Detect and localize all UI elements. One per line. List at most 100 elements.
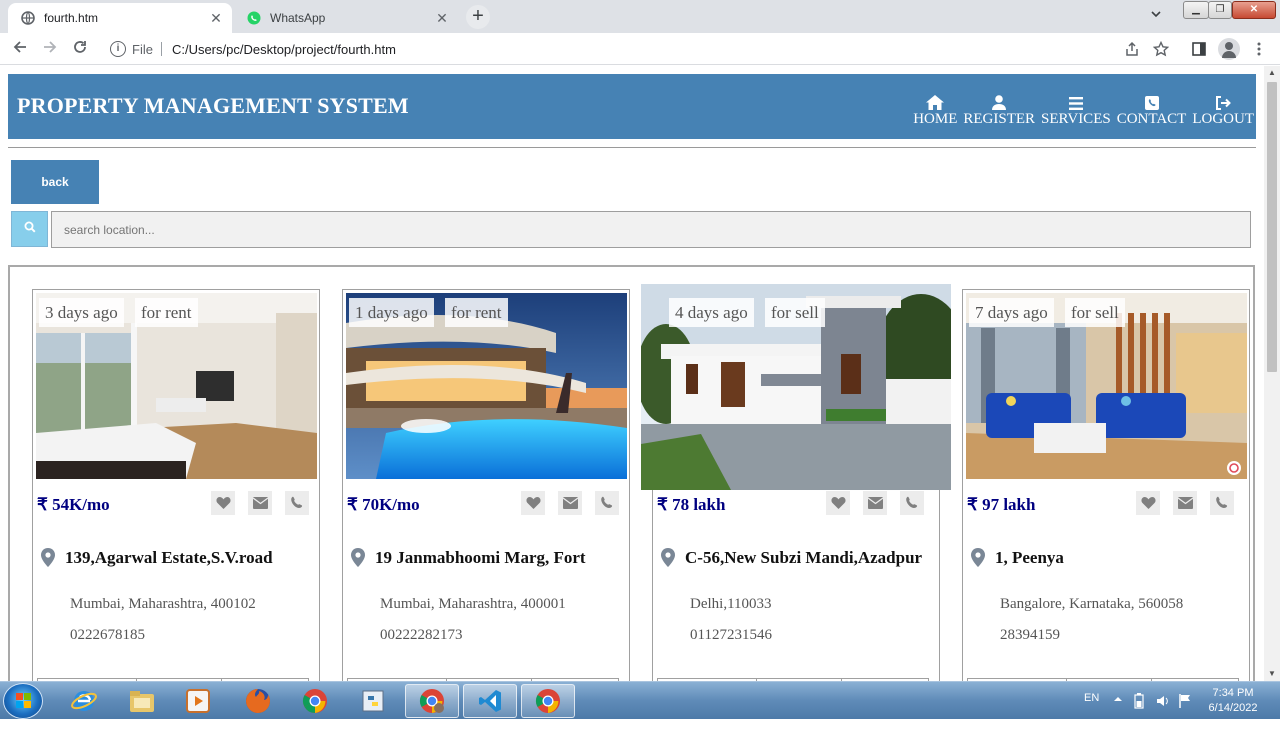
nav-label: CONTACT: [1116, 111, 1187, 127]
listing-age-badge: 7 days ago: [969, 298, 1054, 327]
action-center-flag-icon[interactable]: [1178, 693, 1192, 731]
site-title: PROPERTY MANAGEMENT SYSTEM: [17, 93, 409, 118]
home-icon: [926, 94, 945, 110]
property-phone: 28394159: [1000, 627, 1060, 643]
chrome-active-icon[interactable]: [521, 684, 575, 718]
listings-container: 3 days ago for rent ₹ 54K/mo 139,Agarwal…: [8, 265, 1255, 681]
property-price: ₹ 97 lakh: [967, 495, 1036, 514]
phone-icon[interactable]: [595, 491, 619, 515]
property-city: Bangalore, Karnataka, 560058: [1000, 596, 1184, 612]
address-bar[interactable]: i File C:/Users/pc/Desktop/project/fourt…: [104, 37, 1152, 61]
property-city: Delhi,110033: [690, 596, 772, 612]
envelope-icon[interactable]: [558, 491, 582, 515]
close-window-button[interactable]: ✕: [1232, 1, 1276, 19]
nav-label: REGISTER: [963, 111, 1036, 127]
new-tab-button[interactable]: +: [466, 5, 490, 29]
property-price: ₹ 54K/mo: [37, 495, 110, 514]
tab-title: WhatsApp: [270, 11, 326, 25]
site-header: PROPERTY MANAGEMENT SYSTEM HOME REGISTER…: [8, 74, 1256, 139]
listing-age-badge: 1 days ago: [349, 298, 434, 327]
divider: [160, 42, 162, 56]
bookmark-star-icon[interactable]: [1152, 40, 1170, 59]
internet-explorer-icon[interactable]: [57, 684, 111, 718]
scroll-down-arrow-icon[interactable]: ▼: [1264, 667, 1280, 681]
property-city: Mumbai, Maharashtra, 400102: [70, 596, 256, 612]
nav-home[interactable]: HOME: [913, 94, 957, 128]
battery-icon[interactable]: [1134, 693, 1144, 731]
phone-icon[interactable]: [285, 491, 309, 515]
chevron-down-icon[interactable]: [1150, 8, 1162, 23]
nav-label: HOME: [913, 111, 958, 127]
property-price: ₹ 70K/mo: [347, 495, 420, 514]
property-card[interactable]: 1 days ago for rent ₹ 70K/mo 19 Janmabho…: [342, 289, 630, 681]
phone-icon[interactable]: [1210, 491, 1234, 515]
forward-arrow-icon[interactable]: [40, 39, 60, 59]
clock-time: 7:34 PM: [1212, 687, 1254, 699]
tab-title: fourth.htm: [44, 11, 99, 25]
share-icon[interactable]: [1123, 41, 1141, 59]
back-arrow-icon[interactable]: [10, 39, 30, 59]
logout-icon: [1215, 94, 1232, 110]
maximize-button[interactable]: ❐: [1208, 1, 1232, 19]
nav-label: SERVICES: [1041, 111, 1111, 127]
chrome-icon[interactable]: [288, 684, 342, 718]
chrome-profile-icon[interactable]: [405, 684, 459, 718]
tab-strip: fourth.htm ✕ WhatsApp ✕ + ▁ ❐ ✕: [0, 0, 1280, 33]
listing-type-badge: for sell: [765, 298, 825, 327]
show-hidden-icons-icon[interactable]: [1113, 694, 1123, 732]
browser-toolbar: i File C:/Users/pc/Desktop/project/fourt…: [0, 33, 1280, 65]
file-explorer-icon[interactable]: [115, 684, 169, 718]
close-icon[interactable]: ✕: [432, 10, 452, 27]
map-marker-icon: [41, 548, 55, 572]
favorite-heart-icon[interactable]: [826, 491, 850, 515]
nav-services[interactable]: SERVICES: [1041, 94, 1111, 128]
back-button[interactable]: back: [11, 160, 99, 204]
property-address: 139,Agarwal Estate,S.V.road: [65, 548, 273, 567]
python-icon[interactable]: [346, 684, 400, 718]
property-card[interactable]: 4 days ago for sell ₹ 78 lakh C-56,New S…: [641, 284, 951, 681]
tab-fourth[interactable]: fourth.htm ✕: [8, 3, 232, 33]
system-clock[interactable]: 7:34 PM 6/14/2022: [1198, 686, 1268, 716]
info-icon[interactable]: i: [110, 41, 126, 57]
clock-date: 6/14/2022: [1208, 702, 1258, 714]
whatsapp-icon: [246, 10, 262, 26]
property-city: Mumbai, Maharashtra, 400001: [380, 596, 566, 612]
firefox-icon[interactable]: [231, 684, 285, 718]
property-card[interactable]: 7 days ago for sell ₹ 97 lakh 1, Peenya …: [962, 289, 1250, 681]
favorite-heart-icon[interactable]: [1136, 491, 1160, 515]
windows-taskbar: EN 7:34 PM 6/14/2022: [0, 681, 1280, 719]
nav-contact[interactable]: CONTACT: [1116, 94, 1187, 128]
search-button[interactable]: [11, 211, 48, 247]
reload-icon[interactable]: [70, 39, 90, 59]
listing-type-badge: for rent: [445, 298, 508, 327]
nav-logout[interactable]: LOGOUT: [1192, 94, 1254, 128]
map-marker-icon: [971, 548, 985, 572]
map-marker-icon: [661, 548, 675, 572]
nav-register[interactable]: REGISTER: [963, 94, 1035, 128]
media-player-icon[interactable]: [171, 684, 225, 718]
page-scrollbar[interactable]: ▲ ▼: [1264, 66, 1280, 681]
start-button[interactable]: [3, 683, 43, 719]
scrollbar-thumb[interactable]: [1267, 82, 1277, 372]
more-menu-icon[interactable]: [1250, 41, 1268, 59]
side-panel-icon[interactable]: [1190, 41, 1208, 59]
favorite-heart-icon[interactable]: [521, 491, 545, 515]
close-icon[interactable]: ✕: [206, 10, 226, 27]
listing-age-badge: 4 days ago: [669, 298, 754, 327]
language-indicator[interactable]: EN: [1084, 692, 1099, 730]
envelope-icon[interactable]: [1173, 491, 1197, 515]
scroll-up-arrow-icon[interactable]: ▲: [1264, 66, 1280, 80]
minimize-button[interactable]: ▁: [1183, 1, 1209, 19]
envelope-icon[interactable]: [863, 491, 887, 515]
listing-age-badge: 3 days ago: [39, 298, 124, 327]
envelope-icon[interactable]: [248, 491, 272, 515]
profile-avatar-icon[interactable]: [1218, 38, 1240, 60]
volume-icon[interactable]: [1156, 694, 1170, 732]
property-card[interactable]: 3 days ago for rent ₹ 54K/mo 139,Agarwal…: [32, 289, 320, 681]
search-location-input[interactable]: [51, 211, 1251, 248]
phone-icon[interactable]: [900, 491, 924, 515]
favorite-heart-icon[interactable]: [211, 491, 235, 515]
vscode-icon[interactable]: [463, 684, 517, 718]
property-address: 1, Peenya: [995, 548, 1064, 567]
tab-whatsapp[interactable]: WhatsApp ✕: [234, 3, 458, 33]
